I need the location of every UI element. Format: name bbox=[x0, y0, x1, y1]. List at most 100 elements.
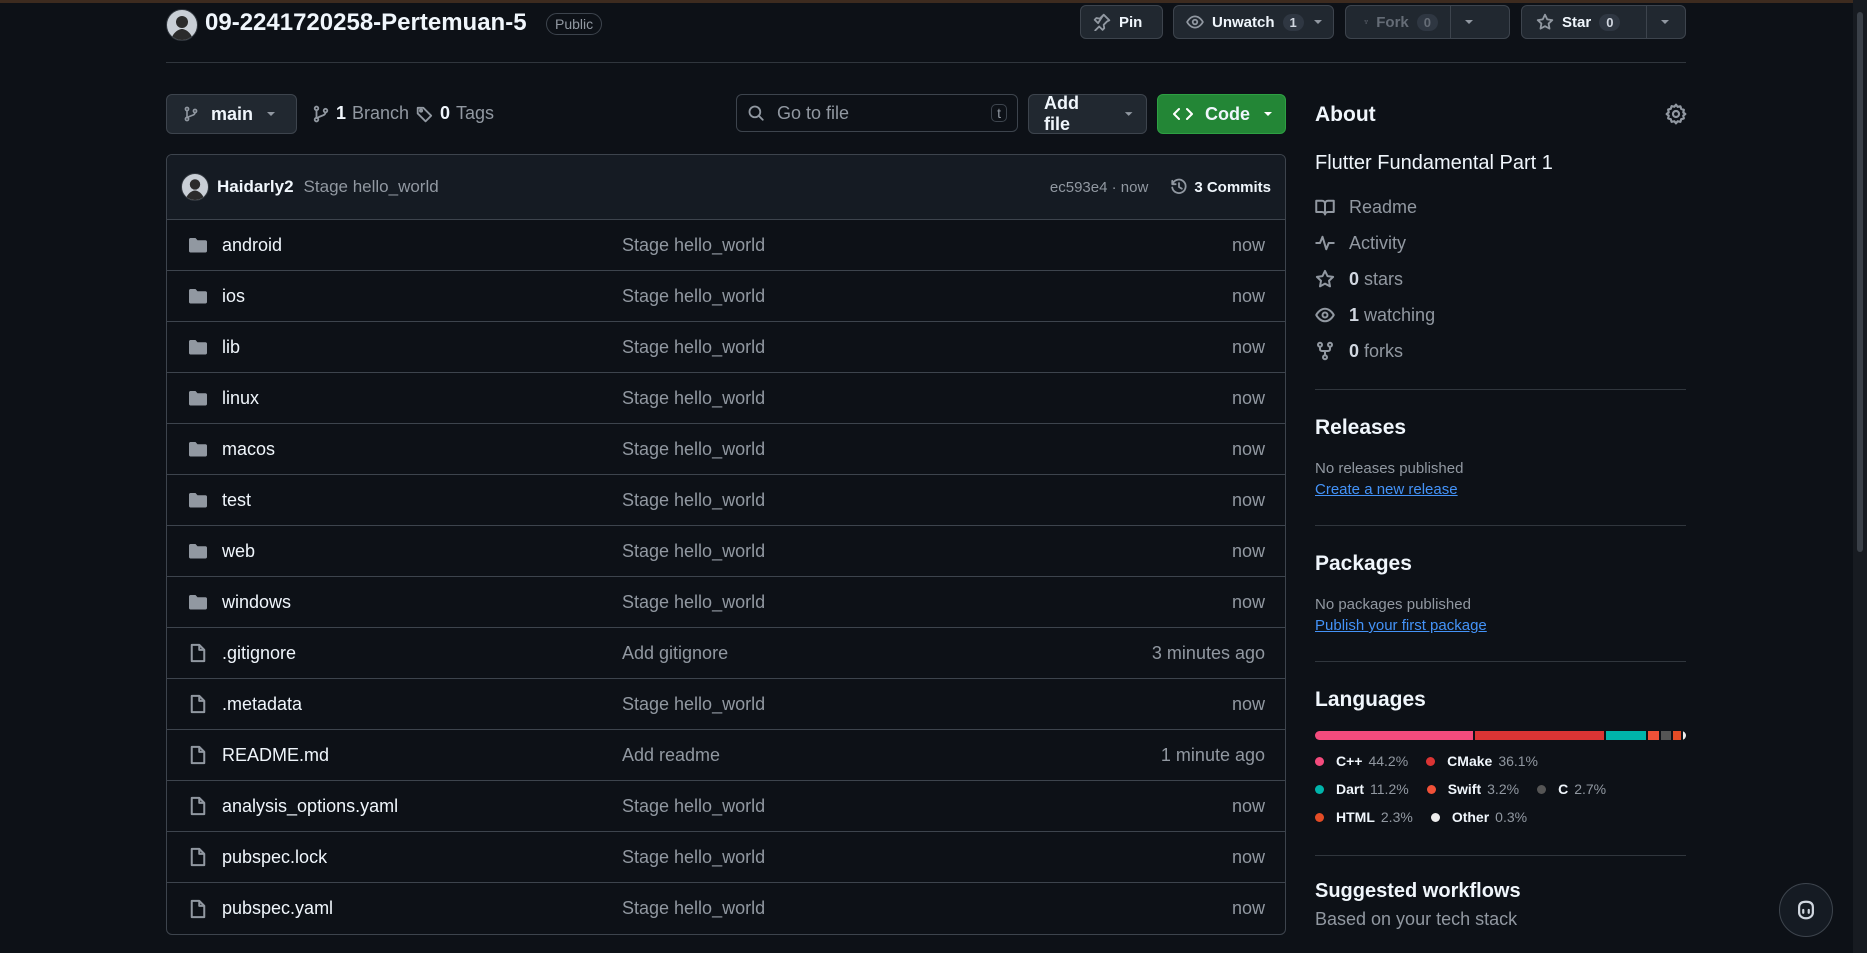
owner-avatar[interactable] bbox=[166, 9, 198, 41]
file-commit-message[interactable]: Stage hello_world bbox=[622, 337, 765, 358]
file-commit-message[interactable]: Stage hello_world bbox=[622, 490, 765, 511]
file-name[interactable]: pubspec.yaml bbox=[222, 898, 622, 919]
file-name[interactable]: .metadata bbox=[222, 694, 622, 715]
activity-link[interactable]: Activity bbox=[1315, 225, 1686, 261]
file-row[interactable]: windows Stage hello_world now bbox=[167, 577, 1285, 628]
scrollbar-thumb[interactable] bbox=[1857, 12, 1863, 552]
copilot-button[interactable] bbox=[1779, 883, 1833, 937]
file-row[interactable]: android Stage hello_world now bbox=[167, 220, 1285, 271]
file-name[interactable]: windows bbox=[222, 592, 622, 613]
file-commit-message[interactable]: Stage hello_world bbox=[622, 847, 765, 868]
file-icon bbox=[190, 745, 206, 765]
language-percent: 11.2% bbox=[1370, 781, 1409, 797]
search-shortcut-key: t bbox=[991, 104, 1007, 122]
file-row[interactable]: macos Stage hello_world now bbox=[167, 424, 1285, 475]
file-row[interactable]: pubspec.lock Stage hello_world now bbox=[167, 832, 1285, 883]
language-color-dot bbox=[1430, 813, 1440, 822]
fork-button[interactable]: Fork 0 bbox=[1345, 5, 1510, 39]
star-button[interactable]: Star 0 bbox=[1521, 5, 1686, 39]
language-item[interactable]: CMake 36.1% bbox=[1426, 748, 1538, 775]
tag-icon bbox=[416, 106, 433, 122]
star-dropdown[interactable] bbox=[1646, 6, 1683, 38]
commits-link[interactable]: 3 Commits bbox=[1170, 178, 1271, 196]
file-name[interactable]: ios bbox=[222, 286, 622, 307]
sidebar-divider bbox=[1315, 525, 1686, 526]
commit-author[interactable]: Haidarly2 bbox=[217, 177, 294, 197]
file-commit-time: now bbox=[1231, 846, 1265, 867]
page-scrollbar[interactable] bbox=[1853, 0, 1867, 953]
fork-dropdown[interactable] bbox=[1450, 6, 1487, 38]
about-section: About Flutter Fundamental Part 1 Readme … bbox=[1315, 103, 1687, 369]
file-row[interactable]: analysis_options.yaml Stage hello_world no… bbox=[167, 781, 1285, 832]
tag-count-label: Tags bbox=[456, 103, 495, 123]
file-name[interactable]: README.md bbox=[222, 745, 622, 766]
language-item[interactable]: Dart 11.2% bbox=[1315, 776, 1409, 803]
sidebar-divider bbox=[1315, 661, 1686, 662]
file-commit-message[interactable]: Stage hello_world bbox=[622, 439, 765, 460]
unwatch-button[interactable]: Unwatch 1 bbox=[1173, 5, 1334, 39]
stars-link[interactable]: 0 stars bbox=[1315, 261, 1686, 297]
language-item[interactable]: HTML 2.3% bbox=[1315, 804, 1413, 831]
commit-message[interactable]: Stage hello_world bbox=[304, 177, 439, 197]
gear-icon[interactable] bbox=[1665, 103, 1687, 125]
create-release-link[interactable]: Create a new release bbox=[1315, 481, 1686, 498]
watching-link[interactable]: 1 watching bbox=[1315, 297, 1686, 333]
file-commit-message[interactable]: Stage hello_world bbox=[622, 541, 765, 562]
visibility-badge: Public bbox=[546, 13, 603, 35]
file-row[interactable]: test Stage hello_world now bbox=[167, 475, 1285, 526]
branches-link[interactable]: 1 Branch bbox=[312, 103, 409, 124]
file-row[interactable]: .metadata Stage hello_world now bbox=[167, 679, 1285, 730]
file-name[interactable]: pubspec.lock bbox=[222, 847, 622, 868]
branch-count-label: Branch bbox=[352, 103, 410, 123]
readme-label: Readme bbox=[1349, 196, 1418, 217]
tag-count: 0 bbox=[440, 103, 451, 123]
file-row[interactable]: ios Stage hello_world now bbox=[167, 271, 1285, 322]
add-file-button[interactable]: Add file bbox=[1028, 93, 1147, 134]
language-name: Swift bbox=[1447, 781, 1482, 797]
file-name[interactable]: web bbox=[222, 541, 622, 562]
file-name[interactable]: .gitignore bbox=[222, 643, 622, 664]
file-name[interactable]: linux bbox=[222, 388, 622, 409]
file-commit-message[interactable]: Stage hello_world bbox=[622, 235, 765, 256]
publish-package-link[interactable]: Publish your first package bbox=[1315, 617, 1686, 634]
pin-button[interactable]: Pin bbox=[1080, 5, 1163, 39]
file-row[interactable]: web Stage hello_world now bbox=[167, 526, 1285, 577]
language-item[interactable]: Swift 3.2% bbox=[1426, 776, 1519, 803]
releases-title[interactable]: Releases bbox=[1315, 416, 1686, 440]
language-item[interactable]: C++ 44.2% bbox=[1315, 748, 1408, 775]
file-commit-message[interactable]: Add readme bbox=[622, 745, 720, 766]
file-commit-message[interactable]: Stage hello_world bbox=[622, 796, 765, 817]
language-bar-segment bbox=[1474, 731, 1604, 740]
code-button[interactable]: Code bbox=[1157, 94, 1286, 134]
file-name[interactable]: macos bbox=[222, 439, 622, 460]
stars-label: stars bbox=[1364, 268, 1404, 289]
language-percent: 2.7% bbox=[1574, 781, 1607, 797]
file-row[interactable]: README.md Add readme 1 minute ago bbox=[167, 730, 1285, 781]
file-icon bbox=[190, 694, 206, 714]
file-name[interactable]: lib bbox=[222, 337, 622, 358]
file-commit-message[interactable]: Stage hello_world bbox=[622, 694, 765, 715]
forks-link[interactable]: 0 forks bbox=[1315, 333, 1686, 369]
file-commit-message[interactable]: Add gitignore bbox=[622, 643, 728, 664]
file-name[interactable]: test bbox=[222, 490, 622, 511]
file-commit-message[interactable]: Stage hello_world bbox=[622, 898, 765, 919]
commit-author-avatar[interactable] bbox=[181, 173, 209, 201]
file-row[interactable]: pubspec.yaml Stage hello_world now bbox=[167, 883, 1285, 934]
file-name[interactable]: android bbox=[222, 235, 622, 256]
file-name[interactable]: analysis_options.yaml bbox=[222, 796, 622, 817]
repo-name[interactable]: 09-2241720258-Pertemuan-5 bbox=[205, 9, 527, 37]
file-commit-message[interactable]: Stage hello_world bbox=[622, 286, 765, 307]
file-commit-message[interactable]: Stage hello_world bbox=[622, 388, 765, 409]
file-row[interactable]: .gitignore Add gitignore 3 minutes ago bbox=[167, 628, 1285, 679]
language-item[interactable]: C 2.7% bbox=[1537, 776, 1629, 803]
packages-title[interactable]: Packages bbox=[1315, 552, 1686, 576]
branch-select[interactable]: main bbox=[166, 94, 297, 134]
tags-link[interactable]: 0 Tags bbox=[416, 103, 494, 124]
language-item[interactable]: Other 0.3% bbox=[1430, 804, 1527, 831]
go-to-file-search[interactable]: Go to file t bbox=[736, 94, 1018, 132]
file-row[interactable]: lib Stage hello_world now bbox=[167, 322, 1285, 373]
file-commit-message[interactable]: Stage hello_world bbox=[622, 592, 765, 613]
file-row[interactable]: linux Stage hello_world now bbox=[167, 373, 1285, 424]
readme-link[interactable]: Readme bbox=[1315, 189, 1686, 225]
commit-hash[interactable]: ec593e4 · now bbox=[1050, 179, 1148, 196]
